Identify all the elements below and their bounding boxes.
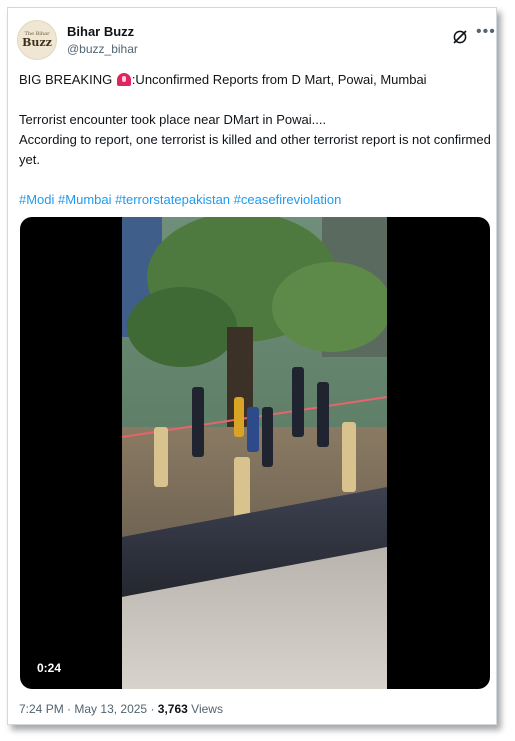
headline-start: BIG BREAKING <box>19 72 116 87</box>
tweet-text: BIG BREAKING :Unconfirmed Reports from D… <box>19 70 493 210</box>
grok-icon[interactable] <box>451 28 469 46</box>
video-frame <box>122 217 387 689</box>
tweet-line-2: Terrorist encounter took place near DMar… <box>19 112 327 127</box>
author-name[interactable]: Bihar Buzz <box>67 24 134 39</box>
tweet-meta: 7:24 PM · May 13, 2025 · 3,763 Views <box>19 702 223 716</box>
hashtag-link[interactable]: #terrorstatepakistan <box>115 192 230 207</box>
hashtag-link[interactable]: #Modi <box>19 192 54 207</box>
hashtag-link[interactable]: #Mumbai <box>58 192 111 207</box>
headline-end: :Unconfirmed Reports from D Mart, Powai,… <box>131 72 427 87</box>
tweet-line-3: According to report, one terrorist is ki… <box>19 132 491 167</box>
tweet-card: The Bihar Buzz Bihar Buzz @buzz_bihar ••… <box>7 7 497 725</box>
avatar[interactable]: The Bihar Buzz <box>17 20 57 60</box>
hashtags: #Modi #Mumbai #terrorstatepakistan #ceas… <box>19 190 493 210</box>
more-icon[interactable]: ••• <box>476 23 496 41</box>
video-duration: 0:24 <box>31 658 68 678</box>
meta-separator: · <box>150 702 155 716</box>
avatar-text: Buzz <box>22 36 52 49</box>
tweet-time[interactable]: 7:24 PM <box>19 702 64 716</box>
views-label: Views <box>191 702 223 716</box>
video-player[interactable]: 0:24 <box>20 217 490 689</box>
meta-separator: · <box>67 702 72 716</box>
tweet-header: The Bihar Buzz Bihar Buzz @buzz_bihar ••… <box>17 20 495 64</box>
rotating-light-icon <box>116 73 131 86</box>
tweet-date[interactable]: May 13, 2025 <box>74 702 147 716</box>
author-handle[interactable]: @buzz_bihar <box>67 42 138 56</box>
tweet-line-1: BIG BREAKING :Unconfirmed Reports from D… <box>19 70 493 90</box>
views-count: 3,763 <box>157 702 188 716</box>
hashtag-link[interactable]: #ceasefireviolation <box>234 192 342 207</box>
